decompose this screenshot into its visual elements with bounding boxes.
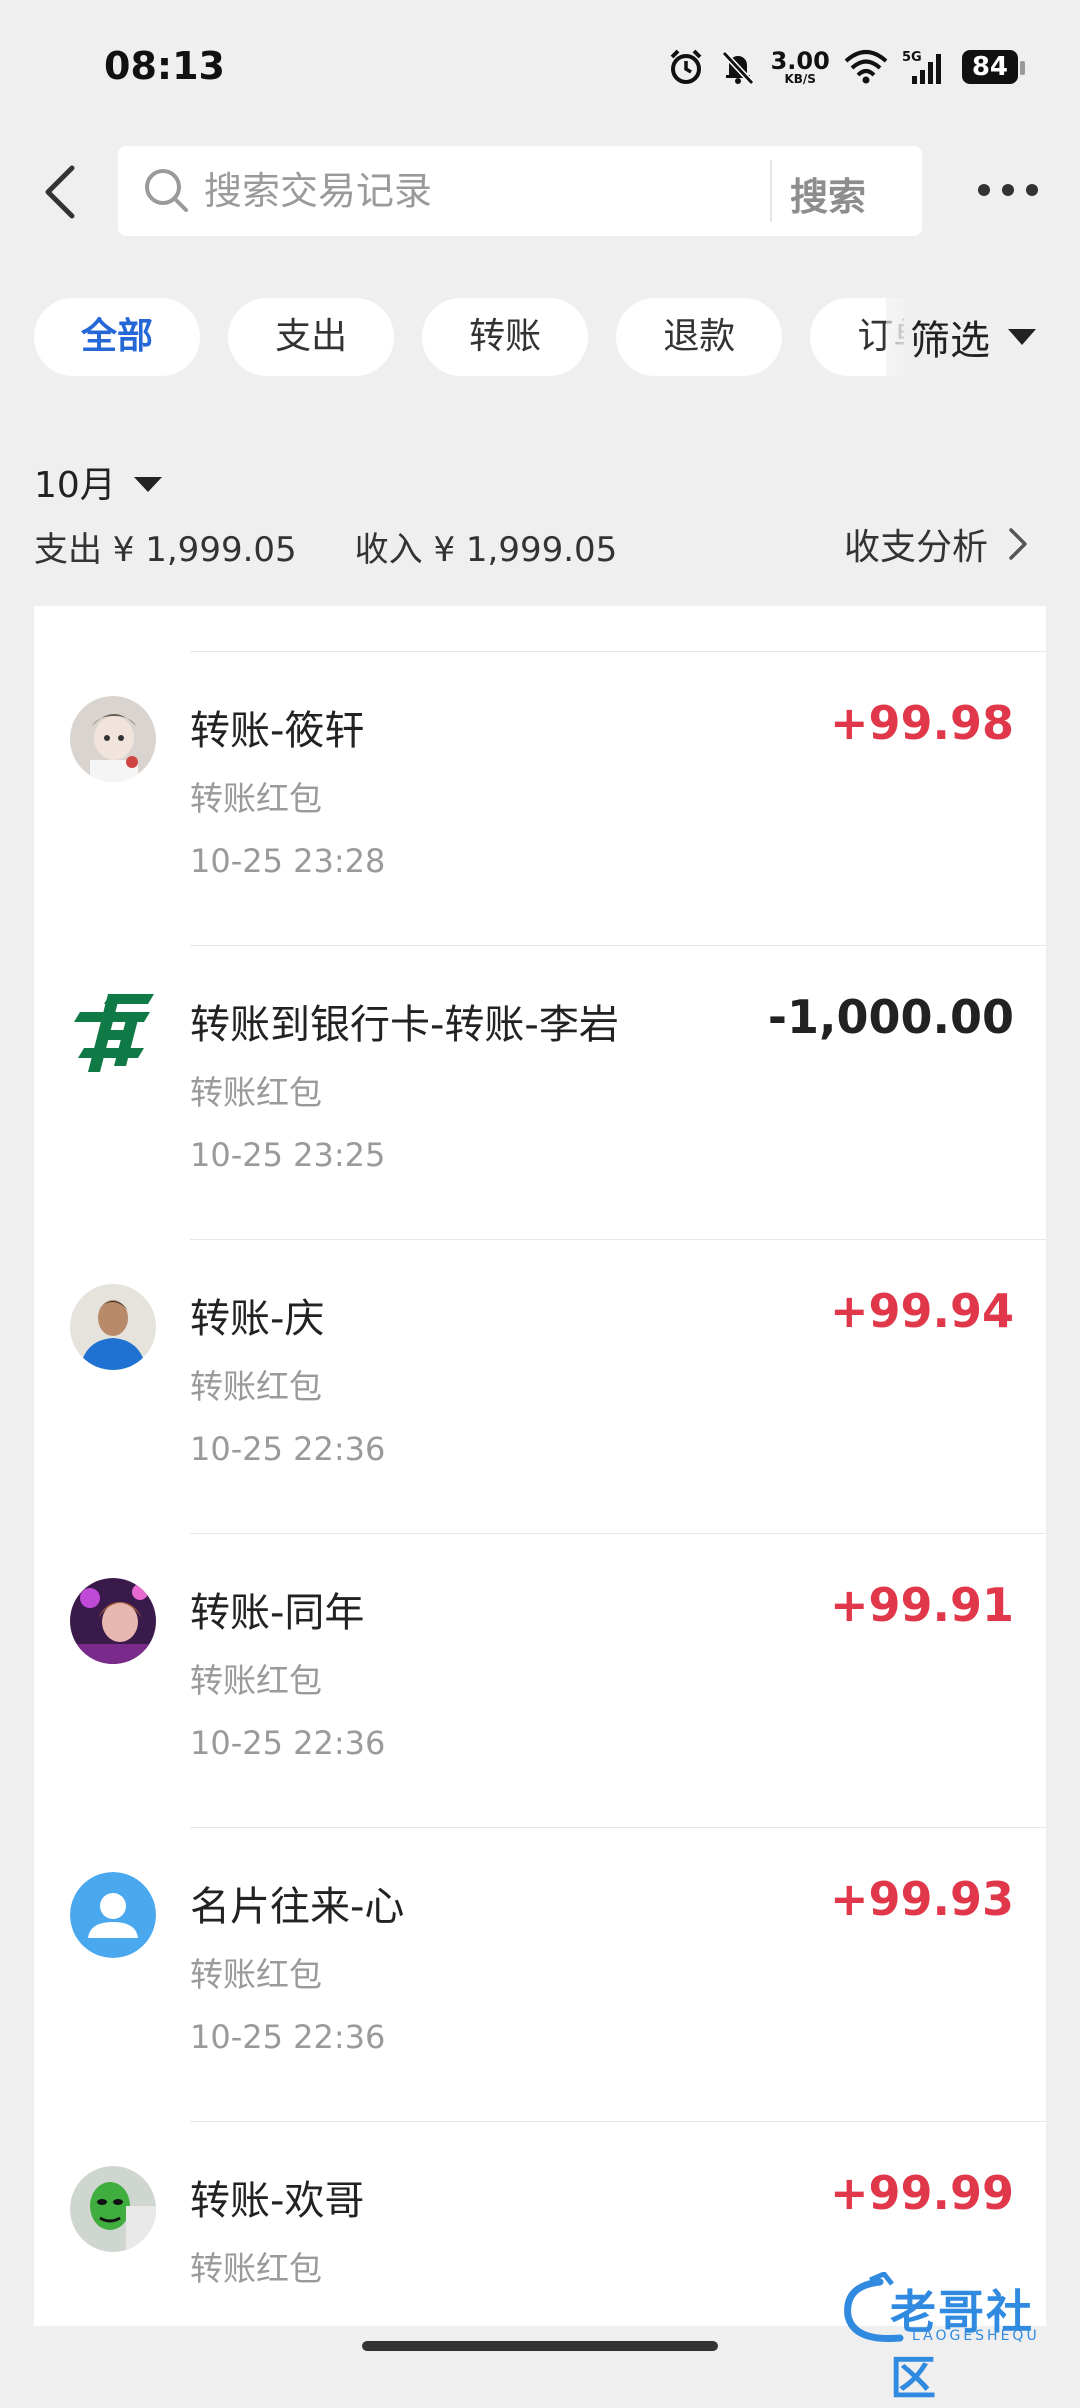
search-box[interactable]: 搜索 bbox=[118, 146, 922, 236]
income-total: 收入 ¥ 1,999.05 bbox=[354, 530, 618, 570]
month-summary: 支出 ¥ 1,999.05 收入 ¥ 1,999.05 bbox=[34, 522, 617, 571]
dot-icon bbox=[1002, 184, 1014, 196]
net-speed: 3.00 KB/S bbox=[770, 47, 830, 86]
home-indicator[interactable] bbox=[362, 2341, 718, 2351]
transaction-item[interactable]: 转账-同年 转账红包 10-25 22:36 +99.91 bbox=[34, 1534, 1046, 1828]
tab-expense[interactable]: 支出 bbox=[228, 298, 395, 376]
transaction-subtitle: 转账红包 bbox=[190, 779, 322, 818]
transaction-item[interactable]: 转账到银行卡-转账-李岩 转账红包 10-25 23:25 -1,000.00 bbox=[34, 946, 1046, 1240]
filter-tabs: 全部 支出 转账 退款 订单 bbox=[34, 298, 904, 376]
transaction-subtitle: 转账红包 bbox=[190, 1661, 322, 1700]
transaction-amount: +99.98 bbox=[829, 696, 1014, 750]
dot-icon bbox=[978, 184, 990, 196]
wifi-icon bbox=[844, 50, 888, 84]
expense-total: 支出 ¥ 1,999.05 bbox=[34, 530, 297, 570]
svg-text:5G: 5G bbox=[902, 50, 922, 65]
tab-refund[interactable]: 退款 bbox=[616, 298, 783, 376]
transaction-date: 10-25 22:36 bbox=[190, 2018, 386, 2056]
transaction-subtitle: 转账红包 bbox=[190, 2249, 322, 2288]
more-options-button[interactable] bbox=[978, 170, 1038, 210]
filter-label: 筛选 bbox=[910, 318, 990, 364]
month-selector[interactable]: 10月 bbox=[34, 456, 162, 508]
search-button[interactable]: 搜索 bbox=[790, 166, 866, 221]
status-time: 08:13 bbox=[104, 44, 225, 88]
status-bar: 08:13 3.00 KB/S 5G 84 bbox=[0, 0, 1080, 140]
watermark-subtext: LAOGESHEQU bbox=[912, 2328, 1040, 2344]
transaction-amount: +99.94 bbox=[829, 1284, 1014, 1338]
status-icons: 3.00 KB/S 5G 84 bbox=[667, 47, 1026, 86]
avatar bbox=[70, 696, 156, 782]
month-label: 10月 bbox=[34, 465, 116, 506]
watermark-logo: 老哥社区 LAOGESHEQU bbox=[840, 2272, 1070, 2405]
transaction-title: 转账-同年 bbox=[190, 1590, 365, 1636]
alarm-icon bbox=[670, 49, 702, 84]
search-icon bbox=[145, 169, 188, 212]
caret-down-icon bbox=[1008, 329, 1036, 345]
transaction-subtitle: 转账红包 bbox=[190, 1073, 322, 1112]
analysis-label: 收支分析 bbox=[843, 527, 988, 568]
search-divider bbox=[770, 160, 772, 222]
back-button[interactable] bbox=[34, 160, 84, 224]
filter-button[interactable]: 筛选 bbox=[886, 298, 1080, 376]
transaction-subtitle: 转账红包 bbox=[190, 1955, 322, 1994]
transaction-amount: +99.93 bbox=[829, 1872, 1014, 1926]
transaction-item[interactable]: 转账-筱轩 转账红包 10-25 23:28 +99.98 bbox=[34, 652, 1046, 946]
transaction-list: 转账-筱轩 转账红包 10-25 23:28 +99.98 转账到银行卡-转账-… bbox=[34, 606, 1046, 2326]
tab-transfer[interactable]: 转账 bbox=[422, 298, 589, 376]
caret-down-icon bbox=[133, 476, 162, 492]
transaction-date: 10-25 22:36 bbox=[190, 1430, 386, 1468]
transaction-amount: +99.99 bbox=[829, 2166, 1014, 2220]
chevron-left-icon bbox=[45, 165, 75, 219]
transaction-date: 10-25 22:36 bbox=[190, 1724, 386, 1762]
transaction-amount: -1,000.00 bbox=[767, 990, 1014, 1044]
transaction-item[interactable]: 转账-庆 转账红包 10-25 22:36 +99.94 bbox=[34, 1240, 1046, 1534]
transaction-title: 转账-欢哥 bbox=[190, 2178, 365, 2224]
transaction-subtitle: 转账红包 bbox=[190, 1367, 322, 1406]
dot-icon bbox=[1026, 184, 1038, 196]
transaction-date: 10-25 23:28 bbox=[190, 842, 386, 880]
postal-bank-logo bbox=[70, 990, 156, 1076]
transaction-amount: +99.91 bbox=[829, 1578, 1014, 1632]
transaction-date: 10-25 23:25 bbox=[190, 1136, 386, 1174]
income-expense-analysis-link[interactable]: 收支分析 bbox=[844, 518, 1028, 570]
default-user-avatar-icon bbox=[70, 1872, 156, 1958]
search-input[interactable] bbox=[204, 164, 764, 218]
transaction-title: 转账到银行卡-转账-李岩 bbox=[190, 1002, 619, 1048]
transaction-item[interactable]: 名片往来-心 转账红包 10-25 22:36 +99.93 bbox=[34, 1828, 1046, 2122]
avatar bbox=[70, 1284, 156, 1370]
transaction-title: 转账-筱轩 bbox=[190, 708, 365, 754]
tab-all[interactable]: 全部 bbox=[34, 298, 200, 376]
chevron-right-icon bbox=[1009, 528, 1027, 560]
transaction-title: 转账-庆 bbox=[190, 1296, 325, 1342]
mute-bell-icon bbox=[721, 50, 754, 86]
signal-5g-icon: 5G bbox=[902, 50, 941, 84]
avatar bbox=[70, 2166, 156, 2252]
battery-indicator: 84 bbox=[961, 50, 1026, 84]
avatar bbox=[70, 1578, 156, 1664]
transaction-title: 名片往来-心 bbox=[190, 1884, 405, 1930]
